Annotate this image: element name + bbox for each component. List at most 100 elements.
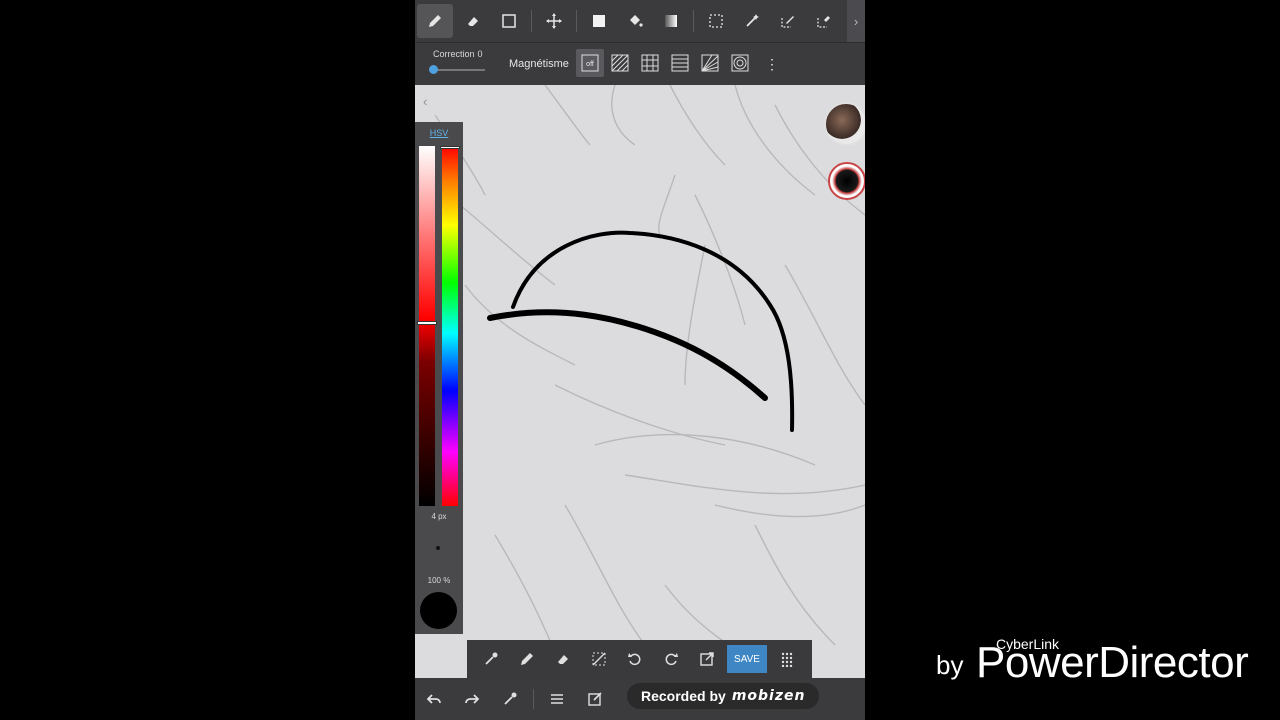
toolbar-divider bbox=[576, 10, 577, 32]
magnet-concentric-button[interactable] bbox=[726, 49, 754, 77]
hue-handle[interactable] bbox=[440, 146, 460, 149]
redo-button[interactable] bbox=[453, 678, 491, 720]
collapse-panel-button[interactable]: ‹ bbox=[423, 94, 427, 109]
pen-icon bbox=[429, 15, 441, 27]
correction-label: Correction 0 bbox=[433, 49, 483, 59]
magnet-horizontal-button[interactable] bbox=[666, 49, 694, 77]
main-toolbar: › bbox=[415, 0, 865, 42]
select-eraser-icon bbox=[817, 16, 830, 28]
watermark-by: by bbox=[936, 650, 964, 680]
hsv-mode-link[interactable]: HSV bbox=[415, 128, 463, 138]
undo-icon bbox=[426, 694, 441, 704]
magnet-parallel-button[interactable] bbox=[606, 49, 634, 77]
correction-value: 0 bbox=[477, 49, 483, 59]
subbar-more-button[interactable]: ⋮ bbox=[765, 57, 779, 71]
eyedropper-icon bbox=[485, 652, 498, 665]
select-rect-icon bbox=[709, 14, 723, 28]
perspective-lines-icon bbox=[701, 54, 719, 72]
pen-icon bbox=[521, 653, 533, 665]
correction-slider-track[interactable] bbox=[433, 69, 485, 71]
save-button[interactable]: SAVE bbox=[727, 645, 767, 673]
brush-size-label[interactable]: 4 px bbox=[415, 512, 463, 521]
deselect-button[interactable] bbox=[581, 640, 617, 678]
ink-strokes bbox=[487, 230, 795, 432]
recording-overlay: Recorded by mobizen bbox=[627, 683, 820, 709]
eraser-tool-button[interactable] bbox=[455, 0, 491, 42]
magnetism-buttons: off bbox=[576, 49, 756, 77]
brush-size-preview bbox=[436, 546, 440, 550]
magnet-grid-button[interactable] bbox=[636, 49, 664, 77]
correction-slider-knob[interactable] bbox=[429, 65, 438, 74]
export-button[interactable] bbox=[689, 640, 725, 678]
correction-text: Correction bbox=[433, 49, 475, 59]
eyedropper-icon bbox=[504, 692, 517, 705]
app-screen: › Correction 0 Magnétisme off ⋮ ‹ HSV 4 … bbox=[415, 0, 865, 720]
bottom-divider bbox=[533, 689, 534, 709]
concentric-circles-icon bbox=[731, 54, 749, 72]
bucket-tool-button[interactable] bbox=[617, 0, 653, 42]
current-color-swatch[interactable] bbox=[420, 592, 457, 629]
horizontal-lines-icon bbox=[671, 54, 689, 72]
select-eraser-tool-button[interactable] bbox=[806, 0, 842, 42]
quick-pen-button[interactable] bbox=[509, 640, 545, 678]
rotate-left-button[interactable] bbox=[617, 640, 653, 678]
hue-slider[interactable] bbox=[442, 146, 458, 506]
rotate-right-icon bbox=[665, 653, 678, 666]
magnet-perspective-button[interactable] bbox=[696, 49, 724, 77]
opacity-label[interactable]: 100 % bbox=[415, 576, 463, 585]
select-pen-tool-button[interactable] bbox=[770, 0, 806, 42]
quick-eraser-button[interactable] bbox=[545, 640, 581, 678]
color-panel: HSV 4 px 100 % bbox=[415, 122, 463, 634]
saturation-handle[interactable] bbox=[417, 321, 437, 325]
sub-toolbar: Correction 0 Magnétisme off ⋮ bbox=[415, 42, 865, 85]
move-tool-button[interactable] bbox=[536, 0, 572, 42]
menu-button[interactable] bbox=[538, 678, 576, 720]
layer-thumbnail-secondary[interactable] bbox=[828, 162, 865, 200]
magnetism-label: Magnétisme bbox=[509, 58, 569, 70]
recorded-by-text: Recorded by bbox=[641, 688, 726, 704]
eraser-icon bbox=[558, 655, 568, 664]
grid-dots-icon bbox=[781, 652, 793, 667]
select-pen-icon bbox=[781, 16, 794, 28]
toolbar-scroll-arrow[interactable]: › bbox=[847, 0, 865, 42]
bucket-icon bbox=[630, 15, 643, 27]
toolbar-divider bbox=[531, 10, 532, 32]
canvas-artwork bbox=[434, 85, 865, 678]
select-rect-tool-button[interactable] bbox=[698, 0, 734, 42]
edit-icon bbox=[588, 692, 602, 706]
square-outline-icon bbox=[502, 14, 516, 28]
shape-tool-button[interactable] bbox=[491, 0, 527, 42]
undo-button[interactable] bbox=[415, 678, 453, 720]
pen-tool-button[interactable] bbox=[417, 4, 453, 38]
edit-button[interactable] bbox=[576, 678, 614, 720]
eraser-icon bbox=[468, 17, 478, 26]
move-icon bbox=[546, 13, 562, 29]
parallel-lines-icon bbox=[611, 54, 629, 72]
saturation-slider[interactable] bbox=[419, 146, 435, 506]
toolbar-divider bbox=[693, 10, 694, 32]
pencil-sketch bbox=[434, 85, 865, 678]
layer-thumbnail-reference[interactable] bbox=[824, 102, 865, 146]
export-icon bbox=[700, 652, 714, 666]
magic-wand-tool-button[interactable] bbox=[734, 0, 770, 42]
rotate-right-button[interactable] bbox=[653, 640, 689, 678]
magnet-off-text: off bbox=[586, 61, 594, 68]
deselect-icon bbox=[592, 652, 606, 666]
eyedropper-button[interactable] bbox=[473, 640, 509, 678]
drawing-canvas[interactable] bbox=[415, 85, 865, 678]
quick-toolbar: SAVE bbox=[467, 640, 812, 678]
magnet-off-button[interactable]: off bbox=[576, 49, 604, 77]
mobizen-logo: mobizen bbox=[731, 688, 806, 704]
powerdirector-logo: PowerDirector bbox=[976, 638, 1249, 687]
magic-wand-icon bbox=[746, 14, 759, 27]
redo-icon bbox=[465, 694, 480, 704]
grid-icon bbox=[641, 54, 659, 72]
bottom-eyedropper-button[interactable] bbox=[491, 678, 529, 720]
grid-menu-button[interactable] bbox=[769, 640, 805, 678]
magnet-off-icon: off bbox=[581, 54, 599, 72]
rotate-left-icon bbox=[628, 653, 641, 666]
gradient-icon bbox=[665, 15, 677, 27]
fill-rect-tool-button[interactable] bbox=[581, 0, 617, 42]
gradient-tool-button[interactable] bbox=[653, 0, 689, 42]
fill-rect-icon bbox=[593, 15, 605, 27]
